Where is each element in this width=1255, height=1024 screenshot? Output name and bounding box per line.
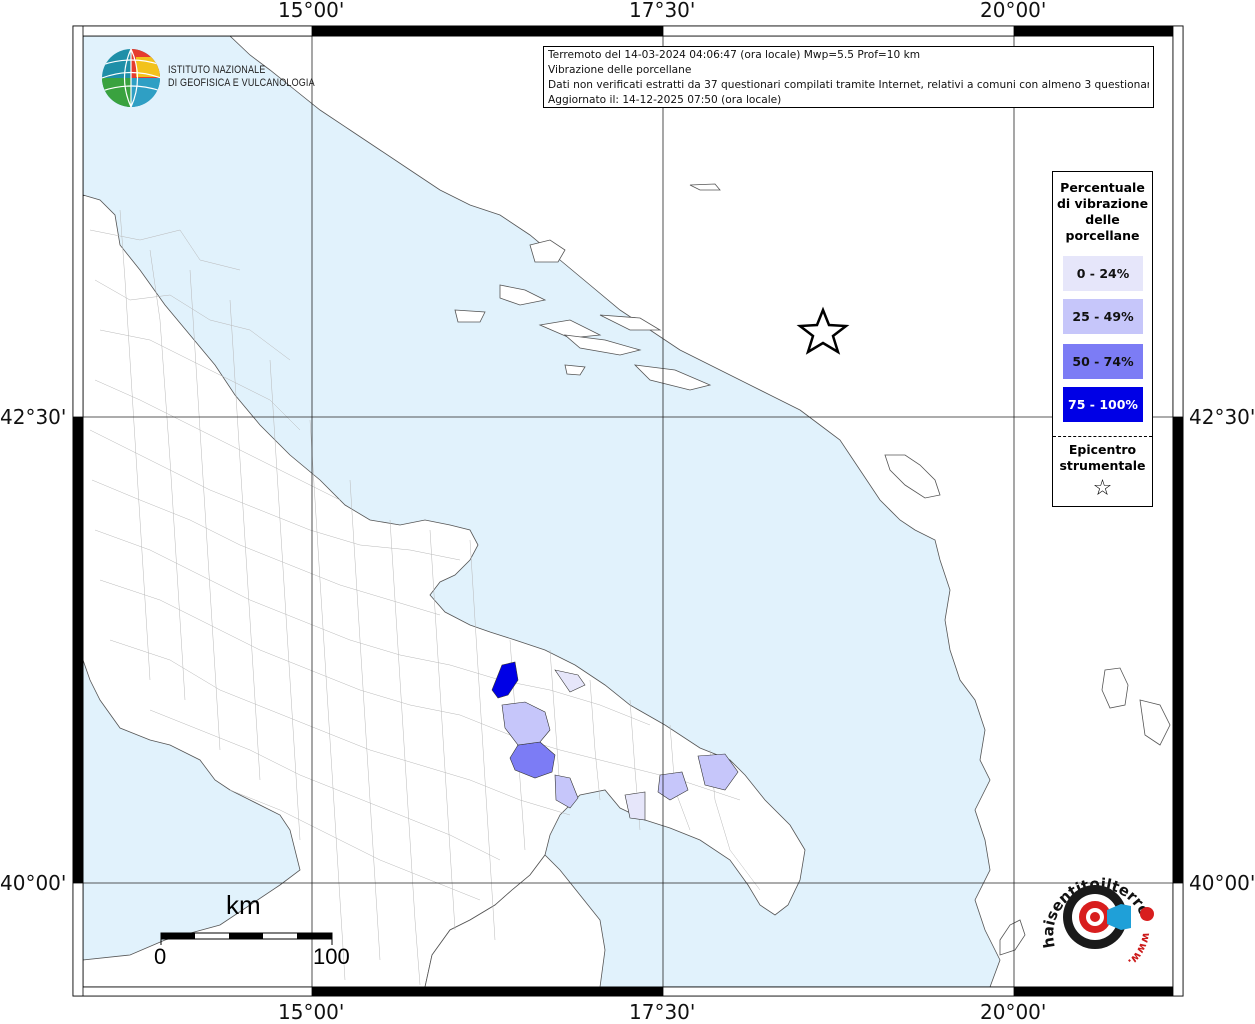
lon-label-top-2: 17°30' (629, 0, 696, 22)
lat-label-left-1: 42°30' (0, 405, 67, 429)
event-info-box: Terremoto del 14-03-2024 04:06:47 (ora l… (543, 46, 1154, 108)
scale-max: 100 (313, 944, 350, 969)
legend-title-line3: delle (1085, 212, 1120, 227)
lon-label-bottom-1: 15°00' (278, 1000, 345, 1024)
legend-class-75-100: 75 - 100% (1063, 387, 1143, 422)
lat-label-right-1: 42°30' (1189, 405, 1255, 429)
legend-title: Percentuale di vibrazione delle porcella… (1053, 180, 1152, 244)
scale-unit: km (226, 890, 261, 920)
data-note: Dati non verificati estratti da 37 quest… (548, 79, 1149, 91)
legend-epicentre-label: Epicentro strumentale (1053, 442, 1152, 474)
scale-min: 0 (154, 944, 167, 969)
legend-class-50-74: 50 - 74% (1063, 344, 1143, 379)
legend: Percentuale di vibrazione delle porcella… (1052, 171, 1153, 507)
lat-label-right-2: 40°00' (1189, 871, 1255, 895)
hst-logo-icon[interactable]: haisentitoilterremoto.it www. (1035, 862, 1160, 987)
update-time: Aggiornato il: 14-12-2025 07:50 (ora loc… (548, 94, 782, 106)
legend-epi-line1: Epicentro (1068, 442, 1137, 457)
lon-label-top-3: 20°00' (980, 0, 1047, 22)
legend-epi-line2: strumentale (1059, 458, 1146, 473)
ingv-name-line2: DI GEOFISICA E VULCANOLOGIA (168, 77, 315, 89)
lat-label-left-2: 40°00' (0, 871, 67, 895)
svg-text:www.: www. (1125, 931, 1153, 968)
legend-class-0-24: 0 - 24% (1063, 256, 1143, 291)
legend-title-line4: porcellane (1065, 228, 1140, 243)
legend-star-icon: ☆ (1092, 476, 1113, 501)
lon-label-top-1: 15°00' (278, 0, 345, 22)
lon-label-bottom-3: 20°00' (980, 1000, 1047, 1024)
map-subject: Vibrazione delle porcellane (548, 64, 692, 76)
ingv-globe-icon (102, 49, 160, 107)
hst-logo-sub: www. (1125, 931, 1153, 968)
event-title: Terremoto del 14-03-2024 04:06:47 (ora l… (548, 49, 921, 61)
legend-divider (1053, 436, 1152, 437)
legend-class-25-49: 25 - 49% (1063, 299, 1143, 334)
legend-title-line2: di vibrazione (1056, 196, 1149, 211)
legend-title-line1: Percentuale (1060, 180, 1145, 195)
ingv-name-line1: ISTITUTO NAZIONALE (168, 64, 266, 76)
ingv-name: ISTITUTO NAZIONALE DI GEOFISICA E VULCAN… (168, 64, 315, 90)
lon-label-bottom-2: 17°30' (629, 1000, 696, 1024)
